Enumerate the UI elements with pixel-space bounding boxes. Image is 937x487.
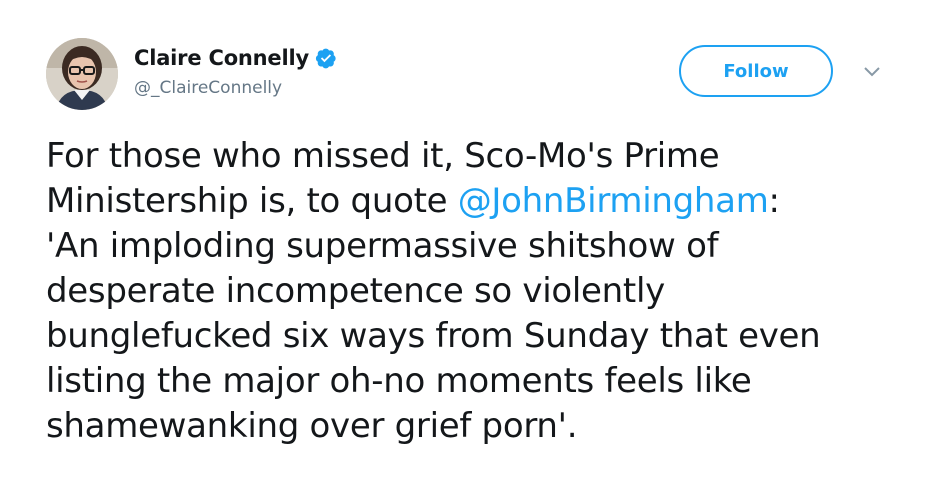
tweet-line: bunglefucked six ways from Sunday that e… [46, 316, 821, 356]
tweet-line: shamewanking over grief porn'. [46, 406, 578, 446]
tweet-line: Ministership is, to quote @JohnBirmingha… [46, 179, 926, 224]
tweet-card: Claire Connelly @_ClaireConnelly Follow … [0, 0, 937, 487]
tweet-line: desperate incompetence so violently [46, 271, 665, 311]
mention-link[interactable]: @JohnBirmingham [458, 181, 769, 221]
tweet-line: 'An imploding supermassive shitshow of [46, 226, 719, 266]
tweet-line: listing the major oh-no moments feels li… [46, 361, 752, 401]
tweet-text: For those who missed it, Sco-Mo's Prime … [46, 134, 926, 449]
tweet-line-text: : [768, 181, 780, 221]
avatar-image [46, 38, 118, 110]
verified-badge-icon [315, 47, 337, 69]
avatar[interactable] [46, 38, 118, 110]
display-name-row: Claire Connelly [134, 42, 337, 74]
author-info: Claire Connelly @_ClaireConnelly [134, 42, 337, 98]
follow-button[interactable]: Follow [679, 45, 833, 97]
chevron-down-icon[interactable] [862, 64, 882, 78]
tweet-line: For those who missed it, Sco-Mo's Prime [46, 136, 720, 176]
tweet-line-text: Ministership is, to quote [46, 181, 458, 221]
display-name[interactable]: Claire Connelly [134, 46, 309, 70]
user-handle[interactable]: @_ClaireConnelly [134, 78, 337, 98]
